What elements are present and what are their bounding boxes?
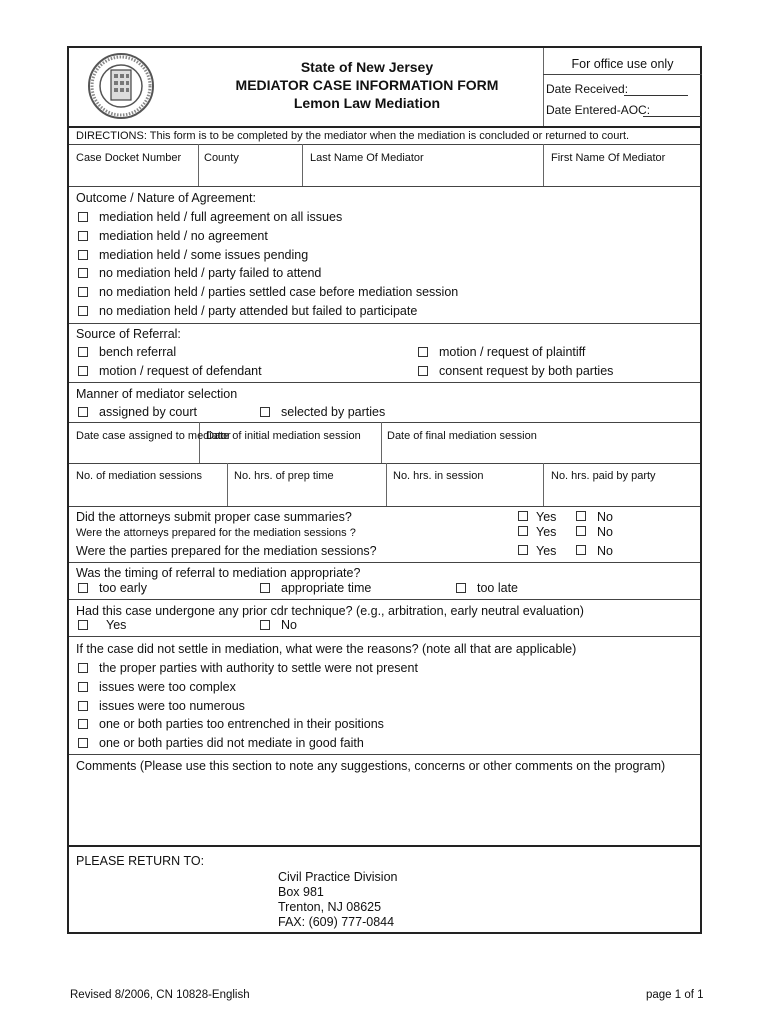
option-label: mediation held / full agreement on all i… [99,210,343,224]
outcome-checkbox-1[interactable] [78,212,88,222]
no-label: No [597,525,613,539]
question-attorneys-prepared: Were the attorneys prepared for the medi… [76,527,356,539]
return-address-line: Box 981 [278,885,324,899]
outcome-label: Outcome / Nature of Agreement: [76,191,256,205]
option-label: consent request by both parties [439,364,614,378]
option-label: issues were too numerous [99,698,245,713]
option-label: bench referral [99,345,177,359]
checkbox-prior-yes[interactable] [78,620,88,630]
case-docket-field[interactable]: Case Docket Number [76,151,181,165]
question-case-summaries: Did the attorneys submit proper case sum… [76,510,352,524]
outcome-checkbox-4[interactable] [78,268,88,279]
checkbox-too-early[interactable] [78,583,88,593]
date-received-label: Date Received: [546,82,629,96]
question-parties-prepared: Were the parties prepared for the mediat… [76,544,377,558]
checkbox-plaintiff-request[interactable] [418,347,428,357]
date-entered-field[interactable] [643,116,701,117]
date-final-session-field[interactable]: Date of final mediation session [387,429,537,443]
outcome-checkbox-3[interactable] [78,249,88,260]
return-address-line: Trenton, NJ 08625 [278,900,382,914]
office-use-title: For office use only [571,57,674,71]
checkbox-defendant-request[interactable] [78,366,88,376]
footer-revision: Revised 8/2006, CN 10828-English [70,989,250,1001]
option-label: assigned by court [99,405,197,419]
form-state: State of New Jersey [300,59,434,75]
date-received-field[interactable] [624,95,688,96]
checkbox-selected-by-parties[interactable] [260,407,270,417]
checkbox-assigned-by-court[interactable] [78,407,88,417]
footer-page-number: page 1 of 1 [646,989,704,1001]
outcome-checkbox-6[interactable] [78,306,88,316]
timing-label: Was the timing of referral to mediation … [76,566,361,580]
checkbox-bench-referral[interactable] [78,347,88,357]
referral-label: Source of Referral: [76,327,181,341]
reasons-label: If the case did not settle in mediation,… [76,642,577,656]
option-label: no mediation held / party failed to atte… [99,266,322,281]
checkbox-prior-no[interactable] [260,620,270,630]
mediator-first-name-field[interactable]: First Name Of Mediator [551,151,665,165]
court-seal-icon [88,53,154,119]
comments-field[interactable] [71,776,698,842]
option-label: too late [477,581,519,595]
no-label: No [597,510,613,524]
directions-text: DIRECTIONS: This form is to be completed… [76,130,630,142]
no-label: No [597,544,613,558]
option-label: Yes [106,618,127,632]
option-label: one or both parties did not mediate in g… [99,736,364,751]
county-field[interactable]: County [204,151,239,165]
checkbox-q1-yes[interactable] [518,511,528,521]
checkbox-q3-yes[interactable] [518,545,528,555]
checkbox-consent-request[interactable] [418,366,428,376]
return-label: PLEASE RETURN TO: [76,854,205,868]
checkbox-q2-no[interactable] [576,526,586,536]
checkbox-q2-yes[interactable] [518,526,528,536]
option-label: motion / request of plaintiff [439,345,586,359]
checkbox-appropriate-time[interactable] [260,583,270,593]
form-subtitle: Lemon Law Mediation [293,95,441,111]
reason-checkbox-3[interactable] [78,700,88,711]
prep-hours-field[interactable]: No. hrs. of prep time [234,469,334,483]
checkbox-q3-no[interactable] [576,545,586,555]
option-label: no mediation held / parties settled case… [99,285,459,300]
checkbox-q1-no[interactable] [576,511,586,521]
return-fax: FAX: (609) 777-0844 [278,915,395,929]
checkbox-too-late[interactable] [456,583,466,593]
date-initial-session-field[interactable]: Date of initial mediation session [206,429,361,443]
comments-label: Comments (Please use this section to not… [76,759,666,773]
mediator-form: State of New Jersey MEDIATOR CASE INFORM… [67,46,702,934]
option-label: issues were too complex [99,679,236,694]
paid-hours-field[interactable]: No. hrs. paid by party [551,469,656,483]
prior-cdr-label: Had this case undergone any prior cdr te… [76,604,584,618]
option-label: no mediation held / party attended but f… [99,304,418,318]
option-label: the proper parties with authority to set… [99,661,418,675]
selection-label: Manner of mediator selection [76,387,238,401]
num-sessions-field[interactable]: No. of mediation sessions [76,469,202,483]
mediator-last-name-field[interactable]: Last Name Of Mediator [310,151,424,165]
option-label: motion / request of defendant [99,364,262,378]
return-address-line: Civil Practice Division [278,870,398,884]
option-label: too early [99,581,147,595]
option-label: No [281,618,297,632]
outcome-checkbox-5[interactable] [78,287,88,298]
reason-checkbox-5[interactable] [78,738,88,749]
reason-checkbox-4[interactable] [78,719,88,730]
reason-checkbox-1[interactable] [78,663,88,673]
option-label: selected by parties [281,405,386,419]
option-label: appropriate time [281,581,372,595]
reason-checkbox-2[interactable] [78,681,88,692]
date-entered-label: Date Entered-AOC: [546,103,651,117]
yes-label: Yes [536,510,557,524]
option-label: mediation held / some issues pending [99,247,309,262]
yes-label: Yes [536,525,557,539]
form-title: MEDIATOR CASE INFORMATION FORM [235,77,499,93]
option-label: mediation held / no agreement [99,228,268,243]
outcome-checkbox-2[interactable] [78,230,88,241]
session-hours-field[interactable]: No. hrs. in session [393,469,483,483]
option-label: one or both parties too entrenched in th… [99,717,384,732]
yes-label: Yes [536,544,557,558]
